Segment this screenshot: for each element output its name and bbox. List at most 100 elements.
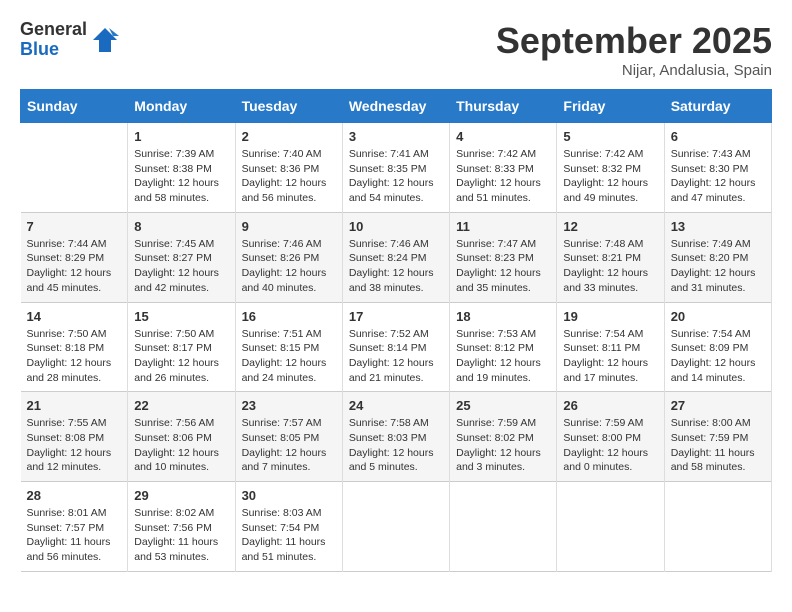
day-info: Sunrise: 7:59 AM Sunset: 8:02 PM Dayligh… — [456, 416, 550, 475]
logo-icon — [91, 26, 119, 54]
calendar-week-row: 1 Sunrise: 7:39 AM Sunset: 8:38 PM Daylig… — [21, 123, 772, 213]
calendar-cell: 25 Sunrise: 7:59 AM Sunset: 8:02 PM Dayli… — [450, 392, 557, 482]
day-info: Sunrise: 7:41 AM Sunset: 8:35 PM Dayligh… — [349, 147, 443, 206]
day-number: 25 — [456, 398, 550, 413]
day-number: 16 — [242, 309, 336, 324]
day-info: Sunrise: 7:58 AM Sunset: 8:03 PM Dayligh… — [349, 416, 443, 475]
day-number: 3 — [349, 129, 443, 144]
day-info: Sunrise: 7:54 AM Sunset: 8:11 PM Dayligh… — [563, 327, 657, 386]
day-info: Sunrise: 7:42 AM Sunset: 8:33 PM Dayligh… — [456, 147, 550, 206]
header-sunday: Sunday — [21, 90, 128, 123]
day-info: Sunrise: 7:49 AM Sunset: 8:20 PM Dayligh… — [671, 237, 765, 296]
day-number: 8 — [134, 219, 228, 234]
day-number: 1 — [134, 129, 228, 144]
day-info: Sunrise: 7:59 AM Sunset: 8:00 PM Dayligh… — [563, 416, 657, 475]
logo-text: General Blue — [20, 20, 87, 60]
calendar-cell: 29Sunrise: 8:02 AM Sunset: 7:56 PM Dayli… — [128, 482, 235, 572]
calendar-cell — [664, 482, 771, 572]
calendar-week-row: 7Sunrise: 7:44 AM Sunset: 8:29 PM Daylig… — [21, 212, 772, 302]
day-info: Sunrise: 7:50 AM Sunset: 8:18 PM Dayligh… — [27, 327, 122, 386]
day-info: Sunrise: 7:50 AM Sunset: 8:17 PM Dayligh… — [134, 327, 228, 386]
calendar-table: SundayMondayTuesdayWednesdayThursdayFrid… — [20, 89, 772, 572]
day-info: Sunrise: 7:55 AM Sunset: 8:08 PM Dayligh… — [27, 416, 122, 475]
day-info: Sunrise: 7:43 AM Sunset: 8:30 PM Dayligh… — [671, 147, 765, 206]
day-info: Sunrise: 7:53 AM Sunset: 8:12 PM Dayligh… — [456, 327, 550, 386]
calendar-cell: 6Sunrise: 7:43 AM Sunset: 8:30 PM Daylig… — [664, 123, 771, 213]
day-info: Sunrise: 7:48 AM Sunset: 8:21 PM Dayligh… — [563, 237, 657, 296]
day-info: Sunrise: 7:52 AM Sunset: 8:14 PM Dayligh… — [349, 327, 443, 386]
day-number: 23 — [242, 398, 336, 413]
header-friday: Friday — [557, 90, 664, 123]
day-info: Sunrise: 7:40 AM Sunset: 8:36 PM Dayligh… — [242, 147, 336, 206]
calendar-cell: 3 Sunrise: 7:41 AM Sunset: 8:35 PM Daylig… — [342, 123, 449, 213]
day-info: Sunrise: 7:51 AM Sunset: 8:15 PM Dayligh… — [242, 327, 336, 386]
calendar-week-row: 21 Sunrise: 7:55 AM Sunset: 8:08 PM Dayli… — [21, 392, 772, 482]
logo-blue: Blue — [20, 40, 87, 60]
day-info: Sunrise: 7:39 AM Sunset: 8:38 PM Dayligh… — [134, 147, 228, 206]
day-info: Sunrise: 7:46 AM Sunset: 8:26 PM Dayligh… — [242, 237, 336, 296]
day-number: 21 — [27, 398, 122, 413]
location-subtitle: Nijar, Andalusia, Spain — [496, 62, 772, 79]
day-info: Sunrise: 7:57 AM Sunset: 8:05 PM Dayligh… — [242, 416, 336, 475]
calendar-cell: 20 Sunrise: 7:54 AM Sunset: 8:09 PM Dayli… — [664, 302, 771, 392]
calendar-cell — [450, 482, 557, 572]
calendar-cell: 30Sunrise: 8:03 AM Sunset: 7:54 PM Dayli… — [235, 482, 342, 572]
month-title: September 2025 — [496, 20, 772, 62]
calendar-cell: 27Sunrise: 8:00 AM Sunset: 7:59 PM Dayli… — [664, 392, 771, 482]
day-number: 22 — [134, 398, 228, 413]
day-info: Sunrise: 7:46 AM Sunset: 8:24 PM Dayligh… — [349, 237, 443, 296]
day-number: 2 — [242, 129, 336, 144]
calendar-cell — [21, 123, 128, 213]
calendar-cell: 5 Sunrise: 7:42 AM Sunset: 8:32 PM Daylig… — [557, 123, 664, 213]
calendar-cell: 9 Sunrise: 7:46 AM Sunset: 8:26 PM Daylig… — [235, 212, 342, 302]
day-number: 20 — [671, 309, 765, 324]
day-number: 26 — [563, 398, 657, 413]
day-number: 19 — [563, 309, 657, 324]
day-number: 7 — [27, 219, 122, 234]
day-info: Sunrise: 7:42 AM Sunset: 8:32 PM Dayligh… — [563, 147, 657, 206]
day-info: Sunrise: 7:47 AM Sunset: 8:23 PM Dayligh… — [456, 237, 550, 296]
logo-general: General — [20, 20, 87, 40]
calendar-cell: 12 Sunrise: 7:48 AM Sunset: 8:21 PM Dayli… — [557, 212, 664, 302]
calendar-cell: 2 Sunrise: 7:40 AM Sunset: 8:36 PM Daylig… — [235, 123, 342, 213]
day-number: 9 — [242, 219, 336, 234]
calendar-cell: 23 Sunrise: 7:57 AM Sunset: 8:05 PM Dayli… — [235, 392, 342, 482]
day-info: Sunrise: 7:45 AM Sunset: 8:27 PM Dayligh… — [134, 237, 228, 296]
calendar-cell: 13 Sunrise: 7:49 AM Sunset: 8:20 PM Dayli… — [664, 212, 771, 302]
calendar-cell: 4 Sunrise: 7:42 AM Sunset: 8:33 PM Daylig… — [450, 123, 557, 213]
day-info: Sunrise: 8:02 AM Sunset: 7:56 PM Dayligh… — [134, 506, 228, 565]
title-block: September 2025 Nijar, Andalusia, Spain — [496, 20, 772, 79]
day-number: 11 — [456, 219, 550, 234]
calendar-cell: 1 Sunrise: 7:39 AM Sunset: 8:38 PM Daylig… — [128, 123, 235, 213]
calendar-cell: 16 Sunrise: 7:51 AM Sunset: 8:15 PM Dayli… — [235, 302, 342, 392]
day-number: 12 — [563, 219, 657, 234]
calendar-cell: 14Sunrise: 7:50 AM Sunset: 8:18 PM Dayli… — [21, 302, 128, 392]
page-header: General Blue September 2025 Nijar, Andal… — [20, 20, 772, 79]
calendar-header-row: SundayMondayTuesdayWednesdayThursdayFrid… — [21, 90, 772, 123]
header-tuesday: Tuesday — [235, 90, 342, 123]
calendar-cell: 10Sunrise: 7:46 AM Sunset: 8:24 PM Dayli… — [342, 212, 449, 302]
day-number: 13 — [671, 219, 765, 234]
calendar-cell: 11 Sunrise: 7:47 AM Sunset: 8:23 PM Dayli… — [450, 212, 557, 302]
header-wednesday: Wednesday — [342, 90, 449, 123]
day-number: 18 — [456, 309, 550, 324]
calendar-week-row: 28Sunrise: 8:01 AM Sunset: 7:57 PM Dayli… — [21, 482, 772, 572]
calendar-cell: 19 Sunrise: 7:54 AM Sunset: 8:11 PM Dayli… — [557, 302, 664, 392]
header-monday: Monday — [128, 90, 235, 123]
day-number: 5 — [563, 129, 657, 144]
day-number: 4 — [456, 129, 550, 144]
day-number: 30 — [242, 488, 336, 503]
header-saturday: Saturday — [664, 90, 771, 123]
day-info: Sunrise: 8:01 AM Sunset: 7:57 PM Dayligh… — [27, 506, 122, 565]
calendar-cell: 8 Sunrise: 7:45 AM Sunset: 8:27 PM Daylig… — [128, 212, 235, 302]
calendar-cell: 15Sunrise: 7:50 AM Sunset: 8:17 PM Dayli… — [128, 302, 235, 392]
calendar-cell: 26 Sunrise: 7:59 AM Sunset: 8:00 PM Dayli… — [557, 392, 664, 482]
calendar-cell — [342, 482, 449, 572]
day-number: 17 — [349, 309, 443, 324]
calendar-cell — [557, 482, 664, 572]
day-info: Sunrise: 7:54 AM Sunset: 8:09 PM Dayligh… — [671, 327, 765, 386]
calendar-cell: 21 Sunrise: 7:55 AM Sunset: 8:08 PM Dayli… — [21, 392, 128, 482]
logo: General Blue — [20, 20, 119, 60]
day-info: Sunrise: 8:00 AM Sunset: 7:59 PM Dayligh… — [671, 416, 765, 475]
day-info: Sunrise: 7:56 AM Sunset: 8:06 PM Dayligh… — [134, 416, 228, 475]
